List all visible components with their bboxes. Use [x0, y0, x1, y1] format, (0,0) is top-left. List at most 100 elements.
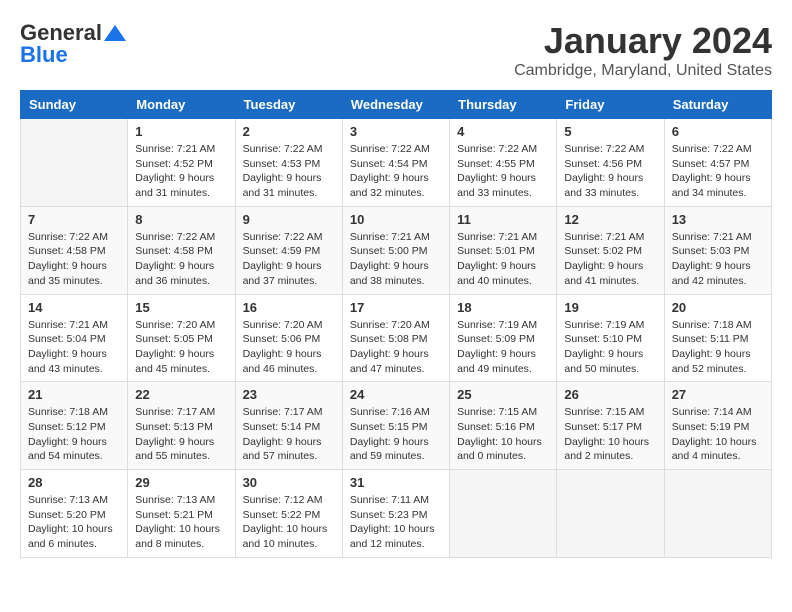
calendar-cell: 22 Sunrise: 7:17 AMSunset: 5:13 PMDaylig…	[128, 382, 235, 470]
calendar-cell	[664, 470, 771, 558]
day-info: Sunrise: 7:22 AMSunset: 4:56 PMDaylight:…	[564, 142, 656, 201]
day-info: Sunrise: 7:15 AMSunset: 5:16 PMDaylight:…	[457, 405, 549, 464]
day-number: 20	[672, 300, 764, 315]
day-number: 31	[350, 475, 442, 490]
day-info: Sunrise: 7:22 AMSunset: 4:57 PMDaylight:…	[672, 142, 764, 201]
day-number: 11	[457, 212, 549, 227]
day-number: 6	[672, 124, 764, 139]
main-title: January 2024	[514, 20, 772, 62]
day-info: Sunrise: 7:13 AMSunset: 5:20 PMDaylight:…	[28, 493, 120, 552]
calendar-week-row: 21 Sunrise: 7:18 AMSunset: 5:12 PMDaylig…	[21, 382, 772, 470]
day-info: Sunrise: 7:19 AMSunset: 5:09 PMDaylight:…	[457, 318, 549, 377]
calendar-cell: 16 Sunrise: 7:20 AMSunset: 5:06 PMDaylig…	[235, 294, 342, 382]
calendar-cell: 23 Sunrise: 7:17 AMSunset: 5:14 PMDaylig…	[235, 382, 342, 470]
subtitle: Cambridge, Maryland, United States	[514, 62, 772, 80]
weekday-header: Wednesday	[342, 91, 449, 119]
calendar-cell	[450, 470, 557, 558]
weekday-header: Friday	[557, 91, 664, 119]
day-info: Sunrise: 7:22 AMSunset: 4:58 PMDaylight:…	[28, 230, 120, 289]
day-info: Sunrise: 7:21 AMSunset: 4:52 PMDaylight:…	[135, 142, 227, 201]
day-number: 17	[350, 300, 442, 315]
day-number: 7	[28, 212, 120, 227]
day-info: Sunrise: 7:15 AMSunset: 5:17 PMDaylight:…	[564, 405, 656, 464]
calendar-cell: 20 Sunrise: 7:18 AMSunset: 5:11 PMDaylig…	[664, 294, 771, 382]
day-number: 24	[350, 387, 442, 402]
day-info: Sunrise: 7:19 AMSunset: 5:10 PMDaylight:…	[564, 318, 656, 377]
calendar-cell: 12 Sunrise: 7:21 AMSunset: 5:02 PMDaylig…	[557, 206, 664, 294]
day-info: Sunrise: 7:13 AMSunset: 5:21 PMDaylight:…	[135, 493, 227, 552]
day-number: 16	[243, 300, 335, 315]
calendar-cell: 6 Sunrise: 7:22 AMSunset: 4:57 PMDayligh…	[664, 119, 771, 207]
logo: General Blue	[20, 20, 126, 68]
calendar-week-row: 14 Sunrise: 7:21 AMSunset: 5:04 PMDaylig…	[21, 294, 772, 382]
calendar-header-row: SundayMondayTuesdayWednesdayThursdayFrid…	[21, 91, 772, 119]
calendar-cell: 10 Sunrise: 7:21 AMSunset: 5:00 PMDaylig…	[342, 206, 449, 294]
day-info: Sunrise: 7:21 AMSunset: 5:01 PMDaylight:…	[457, 230, 549, 289]
calendar-cell: 7 Sunrise: 7:22 AMSunset: 4:58 PMDayligh…	[21, 206, 128, 294]
calendar-cell: 29 Sunrise: 7:13 AMSunset: 5:21 PMDaylig…	[128, 470, 235, 558]
day-number: 27	[672, 387, 764, 402]
calendar-week-row: 1 Sunrise: 7:21 AMSunset: 4:52 PMDayligh…	[21, 119, 772, 207]
day-number: 23	[243, 387, 335, 402]
day-info: Sunrise: 7:21 AMSunset: 5:03 PMDaylight:…	[672, 230, 764, 289]
day-number: 4	[457, 124, 549, 139]
logo-text-blue: Blue	[20, 42, 68, 68]
calendar-cell: 30 Sunrise: 7:12 AMSunset: 5:22 PMDaylig…	[235, 470, 342, 558]
weekday-header: Sunday	[21, 91, 128, 119]
day-number: 13	[672, 212, 764, 227]
calendar-cell: 19 Sunrise: 7:19 AMSunset: 5:10 PMDaylig…	[557, 294, 664, 382]
calendar-cell: 14 Sunrise: 7:21 AMSunset: 5:04 PMDaylig…	[21, 294, 128, 382]
day-info: Sunrise: 7:22 AMSunset: 4:59 PMDaylight:…	[243, 230, 335, 289]
calendar-week-row: 7 Sunrise: 7:22 AMSunset: 4:58 PMDayligh…	[21, 206, 772, 294]
day-info: Sunrise: 7:17 AMSunset: 5:13 PMDaylight:…	[135, 405, 227, 464]
day-info: Sunrise: 7:11 AMSunset: 5:23 PMDaylight:…	[350, 493, 442, 552]
day-info: Sunrise: 7:22 AMSunset: 4:53 PMDaylight:…	[243, 142, 335, 201]
calendar-cell: 1 Sunrise: 7:21 AMSunset: 4:52 PMDayligh…	[128, 119, 235, 207]
day-info: Sunrise: 7:17 AMSunset: 5:14 PMDaylight:…	[243, 405, 335, 464]
day-number: 26	[564, 387, 656, 402]
day-number: 18	[457, 300, 549, 315]
calendar-cell: 13 Sunrise: 7:21 AMSunset: 5:03 PMDaylig…	[664, 206, 771, 294]
calendar-cell	[21, 119, 128, 207]
calendar-cell	[557, 470, 664, 558]
logo-bird-icon	[104, 23, 126, 43]
calendar-cell: 18 Sunrise: 7:19 AMSunset: 5:09 PMDaylig…	[450, 294, 557, 382]
weekday-header: Tuesday	[235, 91, 342, 119]
day-number: 14	[28, 300, 120, 315]
calendar-cell: 2 Sunrise: 7:22 AMSunset: 4:53 PMDayligh…	[235, 119, 342, 207]
day-info: Sunrise: 7:22 AMSunset: 4:58 PMDaylight:…	[135, 230, 227, 289]
day-info: Sunrise: 7:20 AMSunset: 5:06 PMDaylight:…	[243, 318, 335, 377]
calendar-cell: 27 Sunrise: 7:14 AMSunset: 5:19 PMDaylig…	[664, 382, 771, 470]
calendar-cell: 26 Sunrise: 7:15 AMSunset: 5:17 PMDaylig…	[557, 382, 664, 470]
day-number: 5	[564, 124, 656, 139]
title-block: January 2024 Cambridge, Maryland, United…	[514, 20, 772, 80]
day-number: 22	[135, 387, 227, 402]
day-info: Sunrise: 7:12 AMSunset: 5:22 PMDaylight:…	[243, 493, 335, 552]
day-number: 9	[243, 212, 335, 227]
day-number: 25	[457, 387, 549, 402]
calendar-cell: 5 Sunrise: 7:22 AMSunset: 4:56 PMDayligh…	[557, 119, 664, 207]
day-number: 30	[243, 475, 335, 490]
day-info: Sunrise: 7:22 AMSunset: 4:54 PMDaylight:…	[350, 142, 442, 201]
calendar-cell: 15 Sunrise: 7:20 AMSunset: 5:05 PMDaylig…	[128, 294, 235, 382]
day-number: 8	[135, 212, 227, 227]
weekday-header: Thursday	[450, 91, 557, 119]
day-info: Sunrise: 7:21 AMSunset: 5:02 PMDaylight:…	[564, 230, 656, 289]
calendar-cell: 11 Sunrise: 7:21 AMSunset: 5:01 PMDaylig…	[450, 206, 557, 294]
weekday-header: Saturday	[664, 91, 771, 119]
day-info: Sunrise: 7:22 AMSunset: 4:55 PMDaylight:…	[457, 142, 549, 201]
calendar-cell: 3 Sunrise: 7:22 AMSunset: 4:54 PMDayligh…	[342, 119, 449, 207]
weekday-header: Monday	[128, 91, 235, 119]
calendar-week-row: 28 Sunrise: 7:13 AMSunset: 5:20 PMDaylig…	[21, 470, 772, 558]
day-info: Sunrise: 7:14 AMSunset: 5:19 PMDaylight:…	[672, 405, 764, 464]
day-number: 29	[135, 475, 227, 490]
day-number: 21	[28, 387, 120, 402]
day-number: 12	[564, 212, 656, 227]
calendar-table: SundayMondayTuesdayWednesdayThursdayFrid…	[20, 90, 772, 558]
calendar-cell: 8 Sunrise: 7:22 AMSunset: 4:58 PMDayligh…	[128, 206, 235, 294]
page-header: General Blue January 2024 Cambridge, Mar…	[20, 20, 772, 80]
day-number: 15	[135, 300, 227, 315]
day-info: Sunrise: 7:21 AMSunset: 5:00 PMDaylight:…	[350, 230, 442, 289]
day-info: Sunrise: 7:20 AMSunset: 5:05 PMDaylight:…	[135, 318, 227, 377]
day-number: 1	[135, 124, 227, 139]
